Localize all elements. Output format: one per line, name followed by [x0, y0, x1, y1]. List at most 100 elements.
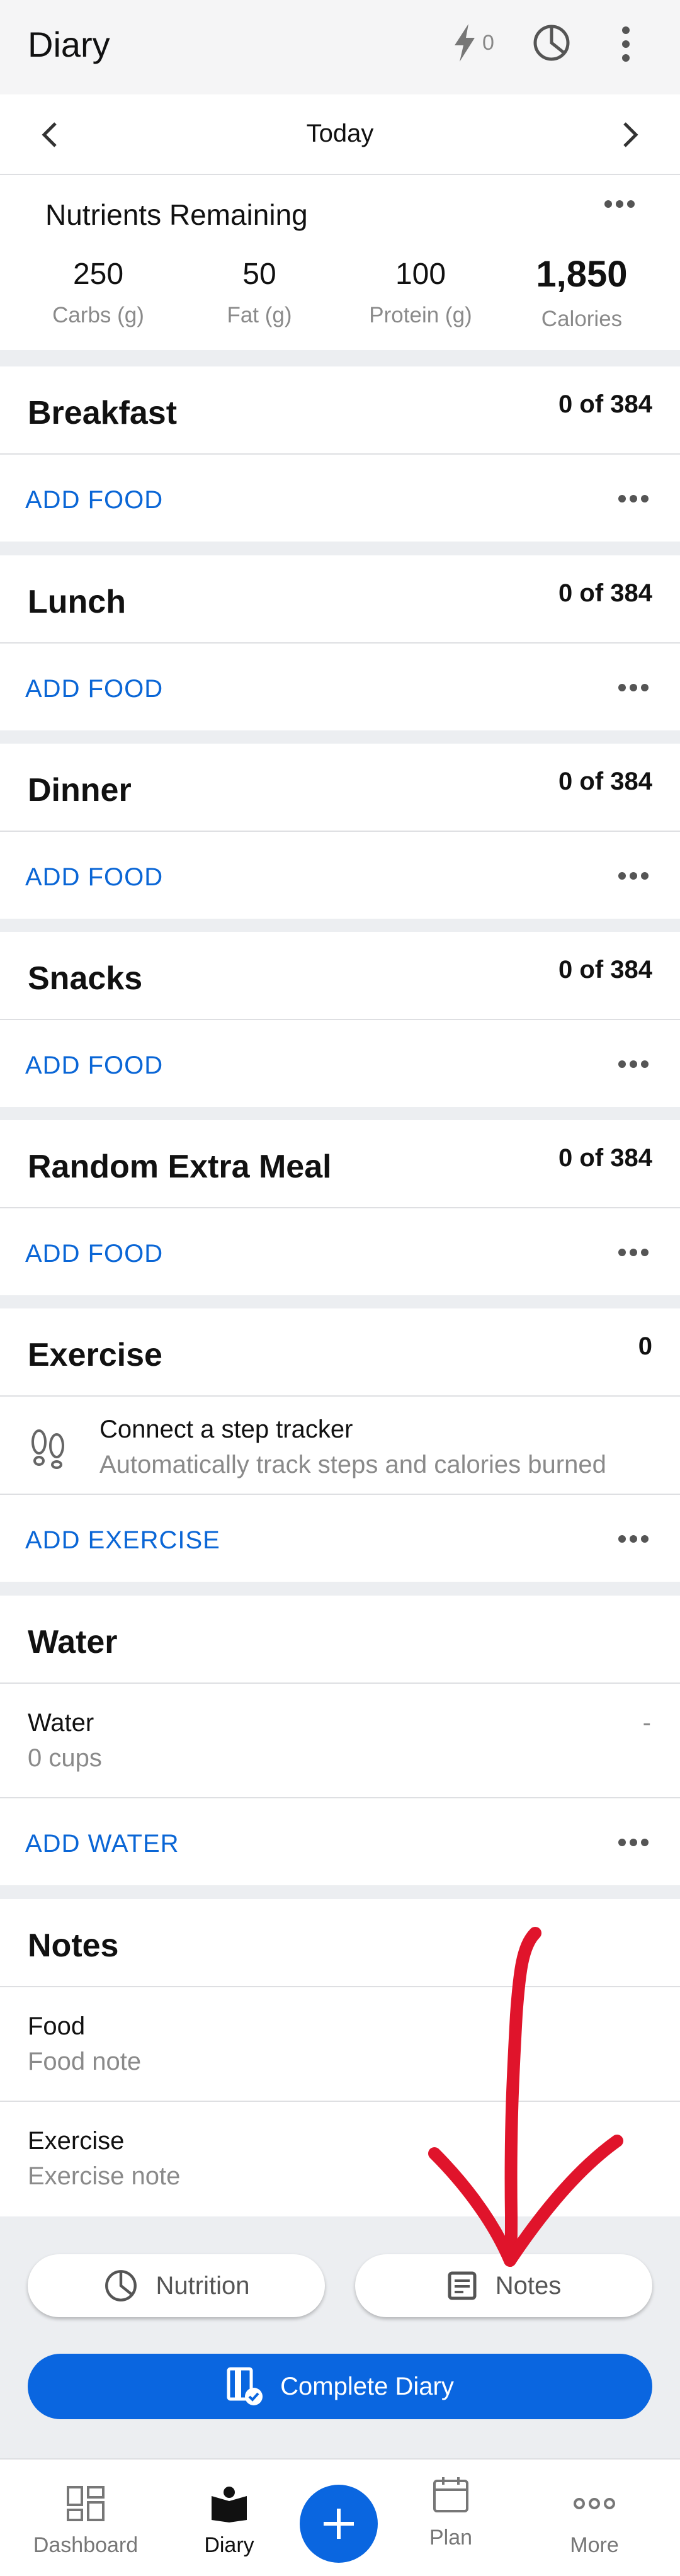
nutrient-protein: 100 Protein (g) [345, 257, 496, 328]
diary-book-icon [212, 2487, 247, 2522]
add-fab-button[interactable] [300, 2485, 378, 2563]
meal-calories: 0 of 384 [558, 956, 652, 984]
pie-chart-icon[interactable] [531, 23, 572, 66]
red-arrow-annotation [428, 1927, 623, 2267]
add-exercise-button[interactable]: ADD EXERCISE [25, 1526, 220, 1555]
more-horizontal-icon[interactable] [617, 870, 650, 885]
exercise-action-row: ADD EXERCISE [0, 1495, 680, 1582]
meal-name: Dinner [28, 772, 132, 809]
nutrients-remaining-card[interactable]: Nutrients Remaining 250 Carbs (g) 50 Fat… [0, 175, 680, 350]
meal-header[interactable]: Snacks 0 of 384 [0, 932, 680, 1020]
more-horizontal-icon[interactable] [617, 492, 650, 508]
calendar-icon [433, 2477, 468, 2512]
date-navigator: Today [0, 94, 680, 175]
more-horizontal-icon[interactable] [617, 681, 650, 697]
diary-check-icon [227, 2367, 263, 2405]
meal-name: Breakfast [28, 395, 178, 431]
nutrient-fat: 50 Fat (g) [184, 257, 335, 328]
nutrient-label: Calories [541, 307, 623, 331]
meal-calories: 0 of 384 [558, 390, 652, 418]
add-food-button[interactable]: ADD FOOD [25, 675, 163, 703]
add-food-button[interactable]: ADD FOOD [25, 863, 163, 892]
lightning-icon [455, 24, 475, 62]
overflow-menu-icon[interactable] [613, 24, 638, 67]
tracker-title: Connect a step tracker [99, 1416, 353, 1443]
exercise-note-title: Exercise [28, 2127, 125, 2155]
meal-name: Lunch [28, 584, 126, 620]
meal-calories: 0 of 384 [558, 768, 652, 795]
nav-label: Diary [204, 2533, 254, 2557]
meal-header[interactable]: Random Extra Meal 0 of 384 [0, 1120, 680, 1208]
meal-calories: 0 of 384 [558, 1144, 652, 1172]
more-horizontal-icon[interactable] [603, 198, 636, 213]
add-food-button[interactable]: ADD FOOD [25, 1240, 163, 1268]
meal-section-dinner: Dinner 0 of 384 ADD FOOD [0, 744, 680, 919]
more-horizontal-icon[interactable] [617, 1533, 650, 1548]
footprints-icon [31, 1429, 64, 1469]
more-horizontal-icon[interactable] [617, 1836, 650, 1852]
exercise-note-placeholder: Exercise note [28, 2162, 181, 2190]
streak-indicator[interactable]: 0 [452, 23, 494, 63]
exercise-section: Exercise 0 Connect a step tracker Automa… [0, 1308, 680, 1582]
section-name: Water [28, 1624, 118, 1660]
water-row-title: Water [28, 1709, 94, 1737]
meal-section-random-extra-meal: Random Extra Meal 0 of 384 ADD FOOD [0, 1120, 680, 1295]
nutrient-label: Carbs (g) [52, 303, 144, 327]
meal-action-row: ADD FOOD [0, 644, 680, 730]
meal-calories: 0 of 384 [558, 579, 652, 607]
meal-header[interactable]: Lunch 0 of 384 [0, 555, 680, 644]
plus-icon [324, 2509, 354, 2539]
nutrient-value: 250 [72, 258, 124, 291]
pie-chart-icon [105, 2270, 137, 2301]
streak-count: 0 [482, 30, 494, 55]
page-title: Diary [28, 25, 110, 64]
complete-diary-button[interactable]: Complete Diary [28, 2354, 652, 2419]
nutrients-title: Nutrients Remaining [45, 198, 308, 231]
nutrient-label: Protein (g) [369, 303, 472, 327]
nutrient-value: 100 [395, 258, 446, 291]
add-food-button[interactable]: ADD FOOD [25, 486, 163, 514]
nav-label: Plan [429, 2526, 473, 2550]
meal-action-row: ADD FOOD [0, 1208, 680, 1295]
nav-item-plan[interactable]: Plan [383, 2475, 519, 2550]
nutrition-button-label: Nutrition [156, 2271, 250, 2300]
nav-item-dashboard[interactable]: Dashboard [18, 2485, 154, 2558]
nutrition-button[interactable]: Nutrition [28, 2254, 325, 2317]
water-section: Water Water 0 cups - ADD WATER [0, 1596, 680, 1885]
section-name: Notes [28, 1927, 119, 1964]
water-header[interactable]: Water [0, 1596, 680, 1684]
more-horizontal-icon[interactable] [617, 1058, 650, 1074]
connect-step-tracker-row[interactable]: Connect a step tracker Automatically tra… [0, 1397, 680, 1495]
meal-header[interactable]: Dinner 0 of 384 [0, 744, 680, 832]
nutrient-value: 1,850 [536, 254, 628, 295]
add-water-button[interactable]: ADD WATER [25, 1830, 179, 1858]
notes-button-label: Notes [495, 2271, 562, 2300]
meal-header[interactable]: Breakfast 0 of 384 [0, 366, 680, 455]
meal-section-breakfast: Breakfast 0 of 384 ADD FOOD [0, 366, 680, 542]
chevron-right-icon[interactable] [617, 120, 642, 153]
note-icon [448, 2271, 477, 2300]
bottom-navigation: Dashboard Diary Plan More [0, 2458, 680, 2576]
more-horizontal-icon[interactable] [617, 1246, 650, 1262]
water-row[interactable]: Water 0 cups - [0, 1684, 680, 1798]
complete-diary-label: Complete Diary [280, 2372, 454, 2400]
date-label[interactable]: Today [0, 120, 680, 148]
nav-item-more[interactable]: More [526, 2485, 662, 2558]
section-name: Exercise [28, 1337, 162, 1373]
nutrient-carbs: 250 Carbs (g) [23, 257, 174, 328]
food-note-title: Food [28, 2012, 86, 2040]
water-row-dash: - [642, 1709, 651, 1737]
nutrient-calories: 1,850 Calories [506, 254, 657, 332]
meal-name: Snacks [28, 960, 143, 997]
nutrient-label: Fat (g) [227, 303, 292, 327]
tracker-subtitle: Automatically track steps and calories b… [99, 1451, 606, 1478]
dashboard-icon [67, 2486, 105, 2521]
meal-action-row: ADD FOOD [0, 832, 680, 919]
meal-section-lunch: Lunch 0 of 384 ADD FOOD [0, 555, 680, 730]
add-food-button[interactable]: ADD FOOD [25, 1052, 163, 1080]
exercise-header[interactable]: Exercise 0 [0, 1308, 680, 1397]
meal-action-row: ADD FOOD [0, 455, 680, 542]
nav-item-diary[interactable]: Diary [161, 2485, 297, 2558]
meal-section-snacks: Snacks 0 of 384 ADD FOOD [0, 932, 680, 1107]
nutrient-value: 50 [242, 258, 276, 291]
